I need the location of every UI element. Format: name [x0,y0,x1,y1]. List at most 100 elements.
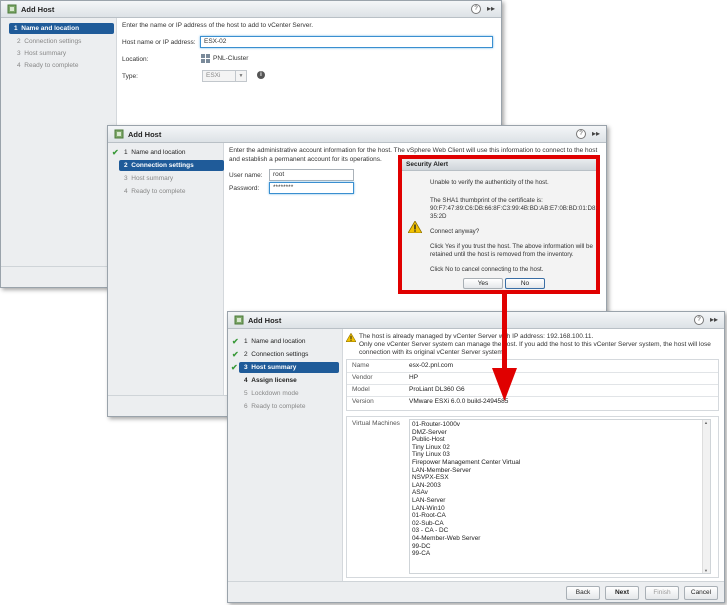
password-input[interactable]: ******** [269,182,354,194]
dialog-2-instruction-2: and establish a permanent account for it… [229,156,382,163]
vm-list-item[interactable]: LAN-Member-Server [412,467,520,475]
vm-list-item[interactable]: LAN-Win10 [412,505,520,513]
dialog-2-titlebar: Add Host ? ▸▸ [108,126,606,143]
step-host-summary: 3 Host summary [124,175,174,182]
step-name-location[interactable]: 1 Name and location [9,23,114,34]
help-icon[interactable]: ? [694,315,704,325]
step-ready-to-complete: 4 Ready to complete [17,62,79,69]
step-host-summary[interactable]: ✔ 3 Host summary [231,362,339,373]
flow-arrow [492,290,517,401]
vm-list-scrollbar[interactable]: ▲ ▼ [702,420,710,573]
vm-list-item[interactable]: 04-Member-Web Server [412,535,520,543]
warning-line-3: connection with its original vCenter Ser… [359,349,505,356]
vm-list-item[interactable]: 03 - CA - DC [412,527,520,535]
warning-icon [346,333,356,342]
alert-line-1: Unable to verify the authenticity of the… [430,179,549,186]
vm-list-item[interactable]: Tiny Linux 02 [412,444,520,452]
info-icon[interactable]: i [257,71,265,79]
scroll-up-icon[interactable]: ▲ [704,420,708,425]
type-select[interactable]: ESXi ▼ [202,70,247,82]
username-input[interactable]: root [269,169,354,181]
location-label: Location: [122,56,149,63]
dialog-2-title: Add Host [128,130,162,139]
type-label: Type: [122,73,138,80]
warning-icon [408,221,422,233]
security-alert-dialog: Security Alert Unable to verify the auth… [398,155,600,294]
dialog-1-titlebar: Add Host ? ▸▸ [1,1,501,18]
flow-arrow-shaft [502,290,507,370]
vm-list-item[interactable]: Firepower Management Center Virtual [412,459,520,467]
alert-yes-info-1: Click Yes if you trust the host. The abo… [430,243,593,250]
type-value: ESXi [206,72,221,79]
vm-list-item[interactable]: ASAv [412,489,520,497]
expand-icon[interactable]: ▸▸ [592,129,600,138]
alert-yes-info-2: retained until the host is removed from … [430,251,574,258]
vm-list-item[interactable]: 99-CA [412,550,520,558]
dialog-3-footer: Back Next Finish Cancel [228,581,724,602]
scroll-down-icon[interactable]: ▼ [704,568,708,573]
expand-icon[interactable]: ▸▸ [710,315,718,324]
dialog-1-steps: 1 Name and location 2 Connection setting… [1,18,117,287]
add-host-icon [114,129,124,139]
dialog-1-title: Add Host [21,5,55,14]
step-assign-license[interactable]: 4 Assign license [244,375,297,386]
back-button[interactable]: Back [566,586,600,600]
alert-line-2: The SHA1 thumbprint of the certificate i… [430,197,543,204]
dialog-3-title: Add Host [248,316,282,325]
step-lockdown-mode: 5 Lockdown mode [244,390,299,397]
location-value: PNL-Cluster [213,55,249,62]
step-name-location[interactable]: ✔ 1 Name and location [232,336,305,347]
flow-arrow-head [492,368,517,401]
chevron-down-icon: ▼ [235,71,246,81]
check-icon: ✔ [232,350,239,359]
expand-icon[interactable]: ▸▸ [487,4,495,13]
next-button[interactable]: Next [605,586,639,600]
warning-line-2: Only one vCenter Server system can manag… [359,341,711,348]
dialog-3-steps: ✔ 1 Name and location ✔ 2 Connection setti… [228,329,343,582]
vm-list-item[interactable]: DMZ-Server [412,429,520,437]
vm-list-item[interactable]: 01-Root-CA [412,512,520,520]
step-name-location[interactable]: ✔ 1 Name and location [112,147,185,158]
vm-list-item[interactable]: Tiny Linux 03 [412,451,520,459]
finish-button: Finish [645,586,679,600]
vm-list-item[interactable]: Public-Host [412,436,520,444]
password-label: Password: [229,185,260,192]
vm-list-item[interactable]: LAN-2003 [412,482,520,490]
step-host-summary: 3 Host summary [17,50,67,57]
vm-list-item[interactable]: 99-DC [412,543,520,551]
step-ready-to-complete: 4 Ready to complete [124,188,186,195]
step-connection-settings[interactable]: 2 Connection settings [119,160,224,171]
vm-list-item[interactable]: NSVPX-ESX [412,474,520,482]
check-icon: ✔ [112,148,119,157]
alert-connect-anyway: Connect anyway? [430,228,480,235]
check-icon: ✔ [232,337,239,346]
vm-list-items: 01-Router-1000v DMZ-Server Public-Host Tiny… [412,421,520,558]
step-ready-to-complete: 6 Ready to complete [244,403,306,410]
dialog-3-titlebar: Add Host ? ▸▸ [228,312,724,329]
vm-list-item[interactable]: 01-Router-1000v [412,421,520,429]
dialog-1-instruction: Enter the name or IP address of the host… [122,22,314,29]
host-name-label: Host name or IP address: [122,39,196,46]
alert-thumbprint-end: 35:2D [430,213,447,220]
help-icon[interactable]: ? [576,129,586,139]
cluster-icon [201,54,210,63]
cancel-button[interactable]: Cancel [684,586,718,600]
help-icon[interactable]: ? [471,4,481,14]
host-summary-table: Name esx-02.pnl.com Vendor HP Model ProLian… [346,359,719,411]
alert-no-info: Click No to cancel connecting to the hos… [430,266,544,273]
no-button[interactable]: No [505,278,545,289]
add-host-icon [234,315,244,325]
security-alert-title: Security Alert [402,159,596,171]
add-host-icon [7,4,17,14]
vm-list-item[interactable]: 02-Sub-CA [412,520,520,528]
step-connection-settings[interactable]: ✔ 2 Connection settings [232,349,308,360]
host-name-input[interactable]: ESX-02 [200,36,493,48]
username-label: User name: [229,172,263,179]
vm-label: Virtual Machines [352,420,400,427]
dialog-2-instruction-1: Enter the administrative account informa… [229,147,598,154]
step-connection-settings: 2 Connection settings [17,38,82,45]
vm-list[interactable]: 01-Router-1000v DMZ-Server Public-Host Tiny… [409,419,711,574]
vm-list-item[interactable]: LAN-Server [412,497,520,505]
yes-button[interactable]: Yes [463,278,503,289]
alert-thumbprint: 90:F7:47:89:C6:DB:66:8F:C3:99:4B:BD:AB:E… [430,205,598,212]
